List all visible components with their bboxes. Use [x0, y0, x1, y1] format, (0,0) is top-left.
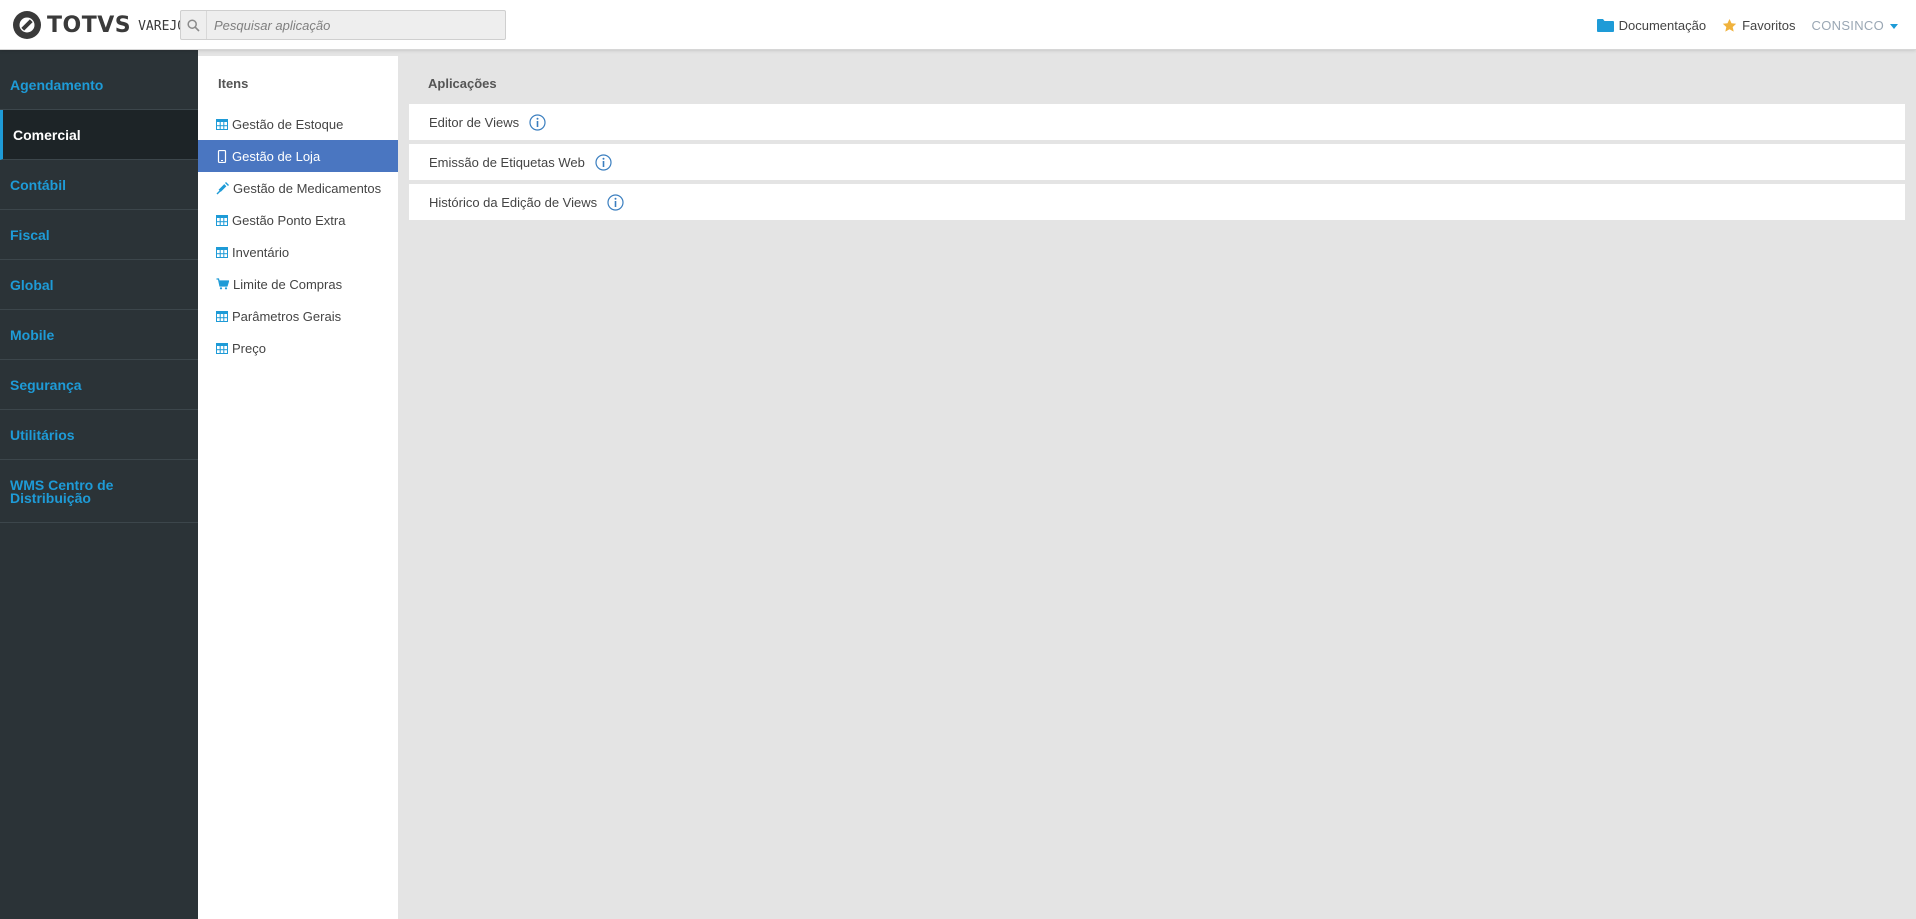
- sidebar-item-comercial[interactable]: Comercial: [0, 110, 198, 160]
- sidebar-item-label: Global: [10, 276, 54, 293]
- chevron-down-icon: [1890, 23, 1898, 29]
- item-gestao-de-estoque[interactable]: Gestão de Estoque: [198, 108, 398, 140]
- logo-text: TOTVS: [47, 12, 132, 38]
- item-label: Inventário: [232, 244, 290, 260]
- favorites-label: Favoritos: [1742, 17, 1796, 33]
- syringe-icon: [216, 181, 229, 194]
- table-icon: [216, 342, 228, 354]
- module-sidebar: Agendamento Comercial Contábil Fiscal Gl…: [0, 50, 198, 919]
- header-actions: Documentação Favoritos CONSINCO: [1581, 0, 1898, 50]
- item-label: Gestão de Estoque: [232, 116, 344, 132]
- app-label: Emissão de Etiquetas Web: [429, 154, 585, 170]
- items-title: Itens: [218, 76, 249, 91]
- star-icon: [1722, 18, 1737, 32]
- user-label: CONSINCO: [1811, 17, 1884, 33]
- info-icon[interactable]: [595, 153, 612, 171]
- info-icon[interactable]: [607, 193, 624, 211]
- search-box: [180, 10, 506, 40]
- sidebar-item-label: Utilitários: [10, 426, 75, 443]
- sidebar-item-contabil[interactable]: Contábil: [0, 160, 198, 210]
- mobile-icon: [217, 149, 227, 163]
- documentation-label: Documentação: [1618, 17, 1707, 33]
- item-label: Preço: [232, 340, 266, 356]
- documentation-link[interactable]: Documentação: [1596, 17, 1707, 33]
- sidebar-item-label: Mobile: [10, 326, 55, 343]
- search-input[interactable]: [207, 11, 505, 39]
- sidebar-item-label: Contábil: [10, 176, 66, 193]
- item-label: Gestão Ponto Extra: [232, 212, 346, 228]
- sidebar-item-utilitarios[interactable]: Utilitários: [0, 410, 198, 460]
- item-gestao-de-loja[interactable]: Gestão de Loja: [198, 140, 398, 172]
- apps-title: Aplicações: [428, 76, 497, 91]
- apps-panel: Aplicações Editor de Views Emissão de Et…: [409, 56, 1905, 224]
- sidebar-item-label: Comercial: [13, 126, 81, 143]
- folder-icon: [1596, 19, 1614, 32]
- app-emissao-de-etiquetas-web[interactable]: Emissão de Etiquetas Web: [409, 144, 1905, 180]
- sidebar-item-label: Fiscal: [10, 226, 50, 243]
- totvs-logo-icon: [13, 11, 41, 39]
- app-historico-da-edicao-de-views[interactable]: Histórico da Edição de Views: [409, 184, 1905, 220]
- table-icon: [216, 246, 228, 258]
- item-gestao-ponto-extra[interactable]: Gestão Ponto Extra: [198, 204, 398, 236]
- table-icon: [216, 118, 228, 130]
- item-parametros-gerais[interactable]: Parâmetros Gerais: [198, 300, 398, 332]
- search-icon[interactable]: [181, 11, 207, 39]
- info-icon[interactable]: [529, 113, 546, 131]
- sidebar-item-label: Segurança: [10, 376, 82, 393]
- sidebar-item-global[interactable]: Global: [0, 260, 198, 310]
- item-label: Parâmetros Gerais: [232, 308, 342, 324]
- sidebar-item-label: Agendamento: [10, 76, 104, 93]
- sidebar-item-agendamento[interactable]: Agendamento: [0, 60, 198, 110]
- sidebar-item-label: WMS Centro de Distribuição: [10, 477, 114, 506]
- item-label: Gestão de Medicamentos: [233, 180, 382, 196]
- sidebar-item-mobile[interactable]: Mobile: [0, 310, 198, 360]
- item-limite-de-compras[interactable]: Limite de Compras: [198, 268, 398, 300]
- sidebar-item-wms[interactable]: WMS Centro de Distribuição: [0, 460, 198, 523]
- totvs-logo[interactable]: TOTVS VAREJO: [12, 10, 185, 40]
- item-preco[interactable]: Preço: [198, 332, 398, 364]
- item-label: Limite de Compras: [233, 276, 343, 292]
- table-icon: [216, 310, 228, 322]
- logo-subtitle: VAREJO: [138, 18, 186, 34]
- cart-icon: [216, 278, 229, 290]
- user-menu[interactable]: CONSINCO: [1812, 18, 1898, 33]
- app-label: Histórico da Edição de Views: [429, 194, 598, 210]
- item-label: Gestão de Loja: [232, 148, 321, 164]
- app-editor-de-views[interactable]: Editor de Views: [409, 104, 1905, 140]
- item-inventario[interactable]: Inventário: [198, 236, 398, 268]
- item-gestao-de-medicamentos[interactable]: Gestão de Medicamentos: [198, 172, 398, 204]
- sidebar-item-seguranca[interactable]: Segurança: [0, 360, 198, 410]
- top-header: TOTVS VAREJO Documentação Favoritos CONS…: [0, 0, 1916, 50]
- items-panel: Itens Gestão de Estoque Gestão de Loja G…: [198, 56, 398, 919]
- app-label: Editor de Views: [429, 114, 520, 130]
- favorites-link[interactable]: Favoritos: [1722, 17, 1796, 33]
- table-icon: [216, 214, 228, 226]
- sidebar-item-fiscal[interactable]: Fiscal: [0, 210, 198, 260]
